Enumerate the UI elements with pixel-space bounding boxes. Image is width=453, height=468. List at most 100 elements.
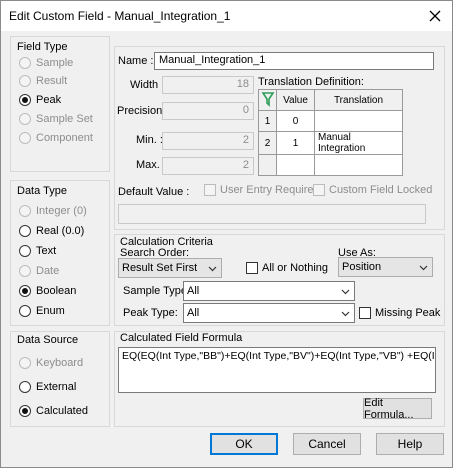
precision-label: Precision : <box>117 105 169 117</box>
missing-peak-checkbox[interactable]: Missing Peak <box>359 307 440 319</box>
field-type-peak-radio[interactable]: Peak <box>19 94 61 106</box>
chevron-down-icon <box>208 266 217 272</box>
precision-input[interactable]: 0 <box>162 102 254 120</box>
radio-circle[interactable] <box>19 381 31 393</box>
search-order-value: Result Set First <box>122 262 198 274</box>
value-cell[interactable]: 0 <box>276 110 315 132</box>
checkbox-label: All or Nothing <box>262 262 329 274</box>
row-index: 1 <box>258 110 277 132</box>
checkbox-label: Missing Peak <box>375 307 441 319</box>
radio-label: Result <box>36 75 68 87</box>
radio-circle[interactable] <box>19 225 31 237</box>
value-cell[interactable]: 1 <box>276 131 315 155</box>
radio-circle[interactable] <box>19 132 31 144</box>
data-type-real-radio[interactable]: Real (0.0) <box>19 225 84 237</box>
filter-icon <box>261 91 274 107</box>
help-button[interactable]: Help <box>376 433 444 455</box>
data-source-panel: Data Source Keyboard External Calculated <box>10 331 110 427</box>
radio-label: Real (0.0) <box>36 225 85 237</box>
table-row[interactable] <box>258 154 403 176</box>
chevron-down-icon <box>341 311 350 317</box>
title-bar[interactable]: Edit Custom Field - Manual_Integration_1 <box>1 1 452 31</box>
peak-type-select[interactable]: All <box>183 303 355 323</box>
min-input[interactable]: 2 <box>162 132 254 150</box>
data-source-calculated-radio[interactable]: Calculated <box>19 405 88 417</box>
radio-circle[interactable] <box>19 405 31 417</box>
formula-textarea[interactable]: EQ(EQ(Int Type,"BB")+EQ(Int Type,"BV")+E… <box>118 347 436 393</box>
data-source-label: Data Source <box>17 334 79 346</box>
value-column-header[interactable]: Value <box>276 89 315 111</box>
translation-definition-label: Translation Definition: <box>258 76 364 88</box>
data-type-integer-radio[interactable]: Integer (0) <box>19 205 87 217</box>
table-row[interactable]: 2 1 Manual Integration <box>258 131 403 155</box>
checkbox-box[interactable] <box>204 184 216 196</box>
sample-type-value: All <box>187 285 200 297</box>
all-or-nothing-checkbox[interactable]: All or Nothing <box>246 262 328 274</box>
formula-label: Calculated Field Formula <box>120 332 243 344</box>
radio-circle[interactable] <box>19 305 31 317</box>
peak-type-label: Peak Type: <box>123 307 178 319</box>
field-type-result-radio[interactable]: Result <box>19 75 67 87</box>
min-label: Min. : <box>136 134 163 146</box>
use-as-value: Position <box>342 261 382 273</box>
data-source-external-radio[interactable]: External <box>19 381 76 393</box>
window-title: Edit Custom Field - Manual_Integration_1 <box>9 9 231 23</box>
chevron-down-icon <box>419 265 428 271</box>
radio-label: Keyboard <box>36 357 84 369</box>
checkbox-box[interactable] <box>359 307 371 319</box>
radio-label: Sample Set <box>36 113 93 125</box>
table-row[interactable]: 1 0 <box>258 110 403 132</box>
radio-label: Date <box>36 265 60 277</box>
sample-type-label: Sample Type: <box>123 285 191 297</box>
radio-label: Component <box>36 132 93 144</box>
checkbox-label: User Entry Required <box>220 184 320 196</box>
radio-label: Calculated <box>36 405 88 417</box>
field-type-sample-radio[interactable]: Sample <box>19 57 73 69</box>
row-index: 2 <box>258 131 277 155</box>
radio-circle[interactable] <box>19 245 31 257</box>
data-type-panel: Data Type Integer (0) Real (0.0) Text Da… <box>10 180 110 326</box>
data-type-enum-radio[interactable]: Enum <box>19 305 65 317</box>
field-type-sample-set-radio[interactable]: Sample Set <box>19 113 93 125</box>
data-type-text-radio[interactable]: Text <box>19 245 56 257</box>
default-value-input[interactable] <box>118 204 426 224</box>
translation-column-header[interactable]: Translation <box>314 89 403 111</box>
default-value-label: Default Value : <box>118 186 190 198</box>
close-button[interactable] <box>418 1 452 31</box>
max-input[interactable]: 2 <box>162 157 254 175</box>
user-entry-required-checkbox[interactable]: User Entry Required <box>204 184 320 196</box>
translation-cell[interactable] <box>314 110 403 132</box>
radio-label: Peak <box>36 94 62 106</box>
name-input[interactable]: Manual_Integration_1 <box>154 52 434 70</box>
radio-circle[interactable] <box>19 57 31 69</box>
row-index <box>258 154 277 176</box>
use-as-select[interactable]: Position <box>338 257 433 277</box>
checkbox-box[interactable] <box>246 262 258 274</box>
radio-circle[interactable] <box>19 265 31 277</box>
radio-circle[interactable] <box>19 205 31 217</box>
value-cell[interactable] <box>276 154 315 176</box>
radio-label: Sample <box>36 57 74 69</box>
radio-circle[interactable] <box>19 113 31 125</box>
cancel-button[interactable]: Cancel <box>293 433 361 455</box>
custom-field-locked-checkbox[interactable]: Custom Field Locked <box>313 184 432 196</box>
data-type-date-radio[interactable]: Date <box>19 265 59 277</box>
radio-circle[interactable] <box>19 75 31 87</box>
search-order-select[interactable]: Result Set First <box>118 258 222 278</box>
field-type-label: Field Type <box>17 41 68 53</box>
radio-circle[interactable] <box>19 357 31 369</box>
data-type-boolean-radio[interactable]: Boolean <box>19 285 76 297</box>
field-type-component-radio[interactable]: Component <box>19 132 93 144</box>
edit-formula-button[interactable]: Edit Formula... <box>363 397 432 421</box>
checkbox-box[interactable] <box>313 184 325 196</box>
width-input[interactable]: 18 <box>162 76 254 94</box>
translation-cell[interactable] <box>314 154 403 176</box>
radio-circle[interactable] <box>19 285 31 297</box>
sample-type-select[interactable]: All <box>183 281 355 301</box>
table-corner <box>258 89 277 111</box>
translation-cell[interactable]: Manual Integration <box>314 131 403 155</box>
translation-table[interactable]: Value Translation 1 0 2 1 Manual Integra… <box>258 89 403 176</box>
ok-button[interactable]: OK <box>210 433 278 455</box>
data-source-keyboard-radio[interactable]: Keyboard <box>19 357 83 369</box>
radio-circle[interactable] <box>19 94 31 106</box>
